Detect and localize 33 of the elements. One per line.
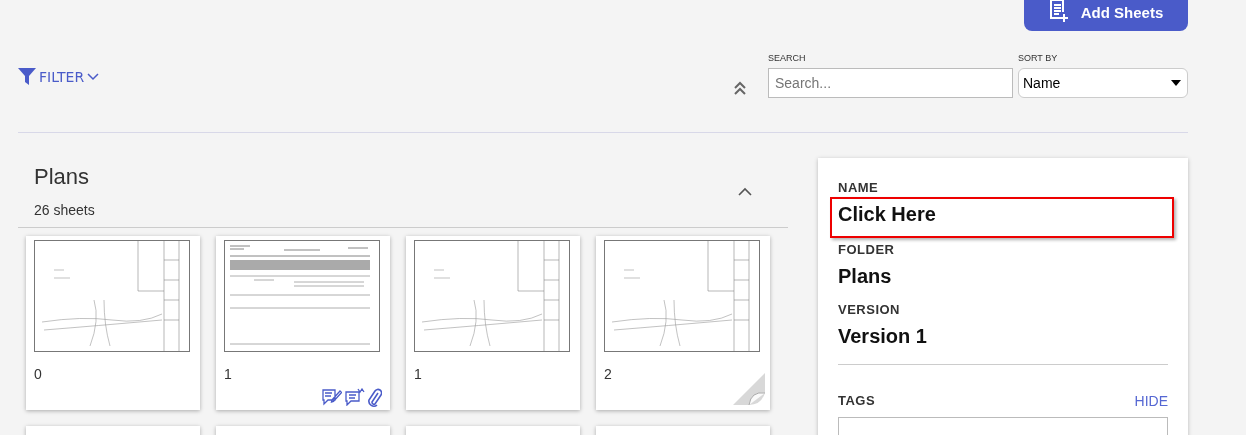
- sheet-card[interactable]: 1: [216, 236, 390, 410]
- search-label: SEARCH: [768, 53, 807, 63]
- field-label: NAME: [838, 180, 880, 195]
- comment-icon: [345, 388, 365, 406]
- dropdown-caret-icon: [1171, 80, 1181, 86]
- sort-dropdown[interactable]: Name: [1018, 68, 1188, 98]
- hide-link[interactable]: HIDE: [1134, 393, 1168, 409]
- sheet-number: 1: [224, 366, 233, 382]
- sheet-number: 1: [414, 366, 423, 382]
- sheet-count: 26 sheets: [34, 202, 95, 218]
- field-value: Click Here: [830, 197, 1174, 238]
- tags-label: TAGS: [838, 393, 876, 409]
- chevron-down-icon: [87, 72, 100, 81]
- filter-button[interactable]: FILTER: [18, 68, 100, 85]
- sheet-card[interactable]: 1: [406, 236, 580, 410]
- sort-label: SORT BY: [1018, 53, 1059, 63]
- sheet-card[interactable]: 0: [26, 236, 200, 410]
- sheet-card[interactable]: 2: [596, 236, 770, 410]
- field-value: Plans: [838, 265, 893, 288]
- sheet-number: 2: [604, 366, 613, 382]
- field-value: Version 1: [838, 325, 928, 348]
- paperclip-icon: [368, 388, 382, 408]
- add-document-icon: [1048, 0, 1071, 23]
- chevron-up-icon[interactable]: [738, 186, 752, 196]
- funnel-icon: [18, 68, 36, 85]
- add-sheets-button[interactable]: Add Sheets: [1024, 0, 1188, 31]
- search-field[interactable]: Search...: [768, 68, 1013, 98]
- field-label: VERSION: [838, 302, 901, 317]
- double-chevron-up-icon[interactable]: [733, 81, 747, 95]
- edit-note-icon: [322, 388, 342, 406]
- sheet-number: 0: [34, 366, 43, 382]
- folder-title: Plans: [34, 164, 91, 190]
- field-label: FOLDER: [838, 242, 896, 257]
